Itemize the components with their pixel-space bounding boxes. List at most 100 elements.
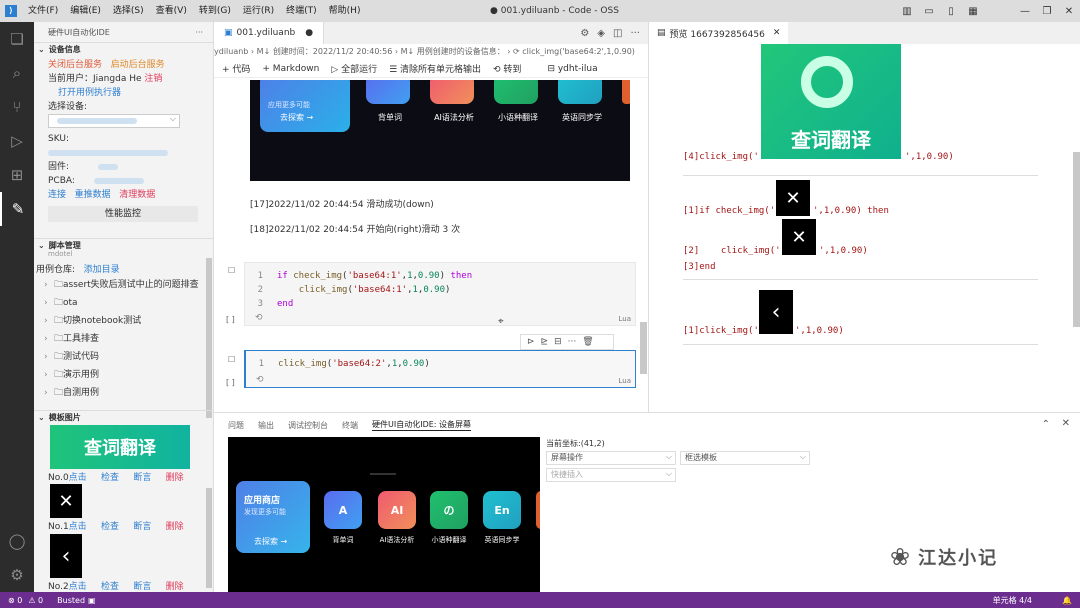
template-image-1[interactable]: ✕	[50, 484, 82, 518]
explorer-icon[interactable]: ❏	[0, 22, 34, 56]
template-delete-link[interactable]: 删除	[166, 473, 184, 483]
performance-button[interactable]: 性能监控	[48, 206, 198, 222]
device-select[interactable]	[48, 114, 180, 128]
code-cell[interactable]: 1 if check_img('base64:1',1,0.90) then 2 …	[244, 262, 636, 326]
preview-scrollbar[interactable]	[1073, 152, 1080, 327]
tab-debug-console[interactable]: 调试控制台	[288, 420, 328, 431]
device-screen[interactable]: 应用商店 发现更多可能 去探索 → A AI の En 背单词 AI语法分析 小…	[228, 437, 540, 593]
more-icon[interactable]: ···	[195, 28, 203, 37]
cell-language[interactable]: Lua	[618, 315, 631, 323]
error-count[interactable]: ⊗ 0	[8, 596, 22, 605]
template-scrollbar[interactable]	[206, 488, 212, 588]
tree-item[interactable]: › 🗀切换notebook测试	[34, 312, 210, 330]
add-dir-link[interactable]: 添加目录	[84, 265, 120, 275]
template-check-link[interactable]: 检查	[101, 582, 119, 592]
frame-template-select[interactable]: 框选模板	[680, 451, 810, 465]
tab-preview[interactable]: ▤ 预览 1667392856456 ✕	[649, 22, 789, 44]
cell-checkbox[interactable]: ☐	[228, 266, 235, 275]
script-select[interactable]: mdotel	[48, 250, 168, 260]
screen-op-select[interactable]: 屏幕操作	[546, 451, 676, 465]
run-above-icon[interactable]: ⊳	[527, 337, 535, 347]
template-click-link[interactable]: 点击	[69, 473, 87, 483]
cell-indicator[interactable]: 单元格 4/4	[993, 595, 1032, 606]
kernel-picker[interactable]: ⊟ ydht-ilua	[547, 64, 597, 74]
template-check-link[interactable]: 检查	[101, 522, 119, 532]
toggle-sidebar-icon[interactable]: ▥	[896, 6, 918, 17]
editor-scrollbar[interactable]	[640, 322, 647, 374]
source-control-icon[interactable]: ⑂	[0, 90, 34, 124]
split-editor-icon[interactable]: ◫	[613, 28, 622, 39]
start-service-link[interactable]: 启动后台服务	[111, 60, 165, 70]
menu-edit[interactable]: 编辑(E)	[64, 0, 107, 22]
template-image-2[interactable]: ‹	[50, 534, 82, 578]
cell-more-icon[interactable]: ···	[568, 337, 577, 347]
toggle-secondary-icon[interactable]: ▯	[940, 6, 962, 17]
tab-device-screen[interactable]: 硬件UI自动化IDE: 设备屏幕	[372, 419, 472, 431]
tab-problems[interactable]: 问题	[228, 420, 244, 431]
quick-insert-select[interactable]: 快捷插入	[546, 468, 676, 482]
close-button[interactable]: ✕	[1058, 6, 1080, 17]
tab-notebook[interactable]: ▣ 001.ydiluanb ●	[214, 22, 325, 44]
template-assert-link[interactable]: 断言	[133, 522, 151, 532]
close-service-link[interactable]: 关闭后台服务	[48, 60, 102, 70]
redata-link[interactable]: 重推数据	[75, 190, 111, 200]
more-actions-icon[interactable]: ···	[630, 28, 640, 39]
breadcrumb[interactable]: ydiluanb › M↓ 创建时间：2022/11/2 20:40:56 › …	[214, 44, 648, 60]
menu-file[interactable]: 文件(F)	[22, 0, 64, 22]
settings-icon[interactable]: ⚙	[580, 28, 589, 39]
maximize-button[interactable]: ❐	[1036, 6, 1058, 17]
run-below-icon[interactable]: ⊵	[541, 337, 549, 347]
tree-item[interactable]: › 🗀ota	[34, 294, 210, 312]
cell-language[interactable]: Lua	[618, 377, 631, 385]
notifications-icon[interactable]: 🔔	[1062, 596, 1072, 605]
tree-item[interactable]: › 🗀测试代码	[34, 348, 210, 366]
vocab-app-icon[interactable]: A	[324, 491, 362, 529]
tree-item[interactable]: › 🗀自测用例	[34, 384, 210, 402]
minimize-button[interactable]: —	[1014, 6, 1036, 17]
run-all-button[interactable]: ▷ 全部运行	[331, 62, 377, 75]
logout-link[interactable]: 注销	[144, 74, 162, 84]
tab-output[interactable]: 输出	[258, 420, 274, 431]
add-markdown-button[interactable]: + Markdown	[262, 64, 319, 74]
add-code-button[interactable]: + 代码	[222, 62, 250, 75]
menu-selection[interactable]: 选择(S)	[107, 0, 150, 22]
delete-cell-icon[interactable]: 🗑	[582, 337, 593, 347]
open-executor-link[interactable]: 打开用例执行器	[58, 88, 121, 98]
template-image-0[interactable]: 查词翻译	[50, 425, 190, 469]
close-tab-icon[interactable]: ●	[305, 28, 313, 38]
app-store-card[interactable]: 应用商店 发现更多可能 去探索 →	[236, 481, 310, 553]
gear-icon[interactable]: ⚙	[0, 558, 34, 592]
layout-icon[interactable]: ▦	[962, 6, 984, 17]
warning-count[interactable]: ⚠ 0	[28, 596, 43, 605]
tree-item[interactable]: › 🗀演示用例	[34, 366, 210, 384]
close-tab-icon[interactable]: ✕	[773, 28, 781, 38]
sidebar-scrollbar[interactable]	[206, 258, 212, 418]
busted-label[interactable]: Busted	[57, 596, 85, 605]
extensions-icon[interactable]: ⊞	[0, 158, 34, 192]
toggle-panel-icon[interactable]: ▭	[918, 6, 940, 17]
template-assert-link[interactable]: 断言	[133, 582, 151, 592]
template-click-link[interactable]: 点击	[69, 522, 87, 532]
split-cell-icon[interactable]: ⊟	[554, 337, 562, 347]
template-check-link[interactable]: 检查	[101, 473, 119, 483]
ai-grammar-app-icon[interactable]: AI	[378, 491, 416, 529]
account-icon[interactable]: ◯	[0, 524, 34, 558]
english-app-icon[interactable]: En	[483, 491, 521, 529]
tree-item[interactable]: › 🗀工具排查	[34, 330, 210, 348]
clear-outputs-button[interactable]: ☰ 清除所有单元格输出	[389, 62, 481, 75]
tree-item[interactable]: › 🗀assert失败后测试中止的问题排查	[34, 276, 210, 294]
translate-app-icon[interactable]: の	[430, 491, 468, 529]
search-icon[interactable]: ⌕	[0, 56, 34, 90]
template-delete-link[interactable]: 删除	[166, 522, 184, 532]
clear-data-link[interactable]: 清理数据	[119, 190, 155, 200]
tab-terminal[interactable]: 终端	[342, 420, 358, 431]
connect-link[interactable]: 连接	[48, 190, 66, 200]
close-panel-icon[interactable]: ✕	[1062, 418, 1070, 429]
code-cell-active[interactable]: 1 click_img('base64:2',1,0.90) ⟲ Lua	[244, 350, 636, 388]
menu-view[interactable]: 查看(V)	[150, 0, 193, 22]
template-assert-link[interactable]: 断言	[133, 473, 151, 483]
hardware-ide-icon[interactable]: ✎	[0, 192, 34, 226]
menu-run[interactable]: 运行(R)	[237, 0, 280, 22]
run-debug-icon[interactable]: ▷	[0, 124, 34, 158]
paint-icon[interactable]: ◈	[597, 28, 605, 39]
